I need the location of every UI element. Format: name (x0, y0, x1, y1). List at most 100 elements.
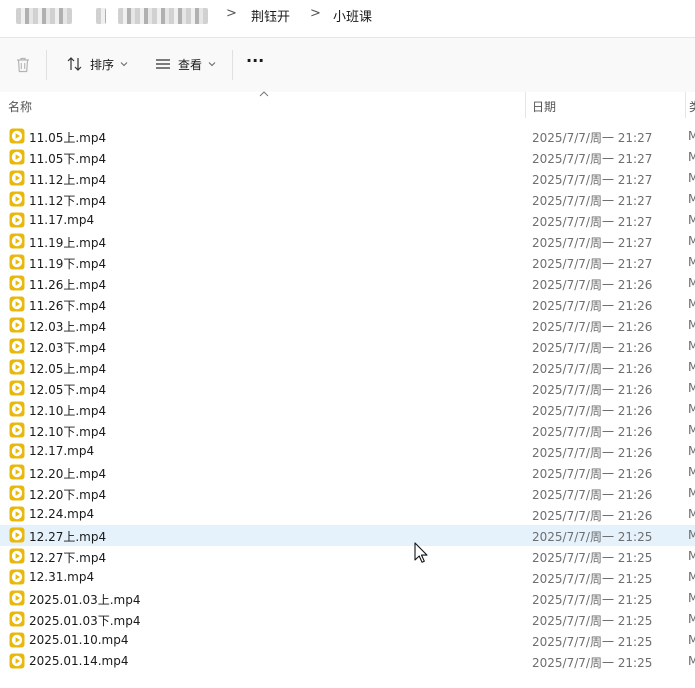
file-name: 11.26下.mp4 (29, 299, 107, 313)
chevron-down-icon (208, 62, 216, 67)
file-name: 12.10下.mp4 (29, 425, 107, 439)
file-row[interactable]: 2025.01.03下.mp4 2025/7/7/周一 21:25 M (0, 609, 695, 630)
file-date: 2025/7/7/周一 21:26 (532, 362, 653, 376)
blurred-path-segment (16, 8, 72, 24)
video-file-icon (9, 317, 25, 333)
file-date: 2025/7/7/周一 21:26 (532, 446, 653, 460)
video-file-icon (9, 338, 25, 354)
file-row[interactable]: 12.24.mp4 2025/7/7/周一 21:26 M (0, 504, 695, 525)
sort-label: 排序 (90, 57, 115, 72)
column-divider[interactable] (525, 92, 526, 118)
file-type-truncated: M (688, 234, 695, 248)
video-file-icon (9, 569, 25, 585)
file-row[interactable]: 11.26下.mp4 2025/7/7/周一 21:26 M (0, 294, 695, 315)
file-type-truncated: M (688, 654, 695, 668)
file-row[interactable]: 11.17.mp4 2025/7/7/周一 21:27 M (0, 210, 695, 231)
file-row[interactable]: 12.27上.mp4 2025/7/7/周一 21:25 M (0, 525, 695, 546)
file-row[interactable]: 11.12上.mp4 2025/7/7/周一 21:27 M (0, 168, 695, 189)
file-row[interactable]: 11.19下.mp4 2025/7/7/周一 21:27 M (0, 252, 695, 273)
file-name: 11.19下.mp4 (29, 257, 107, 271)
file-name: 12.27下.mp4 (29, 551, 107, 565)
file-row[interactable]: 12.10下.mp4 2025/7/7/周一 21:26 M (0, 420, 695, 441)
file-row[interactable]: 12.03上.mp4 2025/7/7/周一 21:26 M (0, 315, 695, 336)
breadcrumb-item-parent[interactable]: 荆钰开 (251, 6, 290, 25)
view-label: 查看 (178, 57, 203, 72)
view-lines-icon (156, 59, 170, 69)
file-type-truncated: M (688, 444, 695, 458)
file-date: 2025/7/7/周一 21:25 (532, 551, 653, 565)
file-row[interactable]: 12.31.mp4 2025/7/7/周一 21:25 M (0, 567, 695, 588)
file-date: 2025/7/7/周一 21:25 (532, 614, 653, 628)
breadcrumb-item-current[interactable]: 小班课 (333, 6, 372, 25)
video-file-icon (9, 506, 25, 522)
file-name: 11.05下.mp4 (29, 152, 107, 166)
file-type-truncated: M (688, 570, 695, 584)
file-type-truncated: M (688, 507, 695, 521)
file-type-truncated: M (688, 339, 695, 353)
column-header-date[interactable]: 日期 (532, 98, 556, 115)
column-divider[interactable] (685, 92, 686, 118)
file-list: 11.05上.mp4 2025/7/7/周一 21:27 M 11.05下.mp4 20… (0, 126, 695, 672)
file-row[interactable]: 12.03下.mp4 2025/7/7/周一 21:26 M (0, 336, 695, 357)
column-header-name[interactable]: 名称 (8, 98, 32, 115)
file-type-truncated: M (688, 171, 695, 185)
file-type-truncated: M (688, 528, 695, 542)
file-row[interactable]: 12.05上.mp4 2025/7/7/周一 21:26 M (0, 357, 695, 378)
blurred-path-segment (96, 8, 106, 24)
file-date: 2025/7/7/周一 21:26 (532, 425, 653, 439)
chevron-up-icon (259, 91, 269, 97)
video-file-icon (9, 527, 25, 543)
file-row[interactable]: 12.27下.mp4 2025/7/7/周一 21:25 M (0, 546, 695, 567)
file-row[interactable]: 2025.01.10.mp4 2025/7/7/周一 21:25 M (0, 630, 695, 651)
file-row[interactable]: 11.19上.mp4 2025/7/7/周一 21:27 M (0, 231, 695, 252)
video-file-icon (9, 191, 25, 207)
file-row[interactable]: 2025.01.03上.mp4 2025/7/7/周一 21:25 M (0, 588, 695, 609)
file-row[interactable]: 12.10上.mp4 2025/7/7/周一 21:26 M (0, 399, 695, 420)
column-header-type[interactable]: 类 (689, 98, 695, 115)
video-file-icon (9, 359, 25, 375)
file-name: 11.12下.mp4 (29, 194, 107, 208)
file-name: 12.20下.mp4 (29, 488, 107, 502)
file-date: 2025/7/7/周一 21:26 (532, 278, 653, 292)
file-date: 2025/7/7/周一 21:25 (532, 530, 653, 544)
file-type-truncated: M (688, 591, 695, 605)
file-row[interactable]: 11.05上.mp4 2025/7/7/周一 21:27 M (0, 126, 695, 147)
file-type-truncated: M (688, 381, 695, 395)
toolbar-divider (46, 50, 47, 80)
file-row[interactable]: 11.12下.mp4 2025/7/7/周一 21:27 M (0, 189, 695, 210)
file-name: 2025.01.03下.mp4 (29, 614, 141, 628)
file-type-truncated: M (688, 402, 695, 416)
file-row[interactable]: 12.05下.mp4 2025/7/7/周一 21:26 M (0, 378, 695, 399)
file-name: 12.20上.mp4 (29, 467, 107, 481)
more-options-button[interactable]: ··· (246, 51, 264, 70)
file-row[interactable]: 11.26上.mp4 2025/7/7/周一 21:26 M (0, 273, 695, 294)
file-row[interactable]: 12.20上.mp4 2025/7/7/周一 21:26 M (0, 462, 695, 483)
file-name: 11.26上.mp4 (29, 278, 107, 292)
video-file-icon (9, 233, 25, 249)
breadcrumb-separator: > (226, 6, 237, 21)
file-row[interactable]: 2025.01.14.mp4 2025/7/7/周一 21:25 M (0, 651, 695, 672)
delete-button[interactable] (14, 56, 32, 74)
file-name: 12.31.mp4 (29, 570, 95, 584)
sort-button[interactable]: 排序 (66, 55, 128, 73)
video-file-icon (9, 548, 25, 564)
video-file-icon (9, 611, 25, 627)
file-date: 2025/7/7/周一 21:26 (532, 299, 653, 313)
video-file-icon (9, 275, 25, 291)
file-date: 2025/7/7/周一 21:25 (532, 593, 653, 607)
file-date: 2025/7/7/周一 21:27 (532, 194, 653, 208)
file-row[interactable]: 12.20下.mp4 2025/7/7/周一 21:26 M (0, 483, 695, 504)
file-row[interactable]: 12.17.mp4 2025/7/7/周一 21:26 M (0, 441, 695, 462)
file-row[interactable]: 11.05下.mp4 2025/7/7/周一 21:27 M (0, 147, 695, 168)
video-file-icon (9, 128, 25, 144)
file-name: 11.05上.mp4 (29, 131, 107, 145)
view-button[interactable]: 查看 (154, 55, 216, 73)
file-type-truncated: M (688, 213, 695, 227)
file-type-truncated: M (688, 612, 695, 626)
file-date: 2025/7/7/周一 21:27 (532, 257, 653, 271)
breadcrumb: > 荆钰开 > 小班课 (0, 0, 695, 36)
file-date: 2025/7/7/周一 21:26 (532, 467, 653, 481)
more-label: ··· (246, 51, 265, 70)
file-name: 12.27上.mp4 (29, 530, 107, 544)
file-name: 12.03上.mp4 (29, 320, 107, 334)
